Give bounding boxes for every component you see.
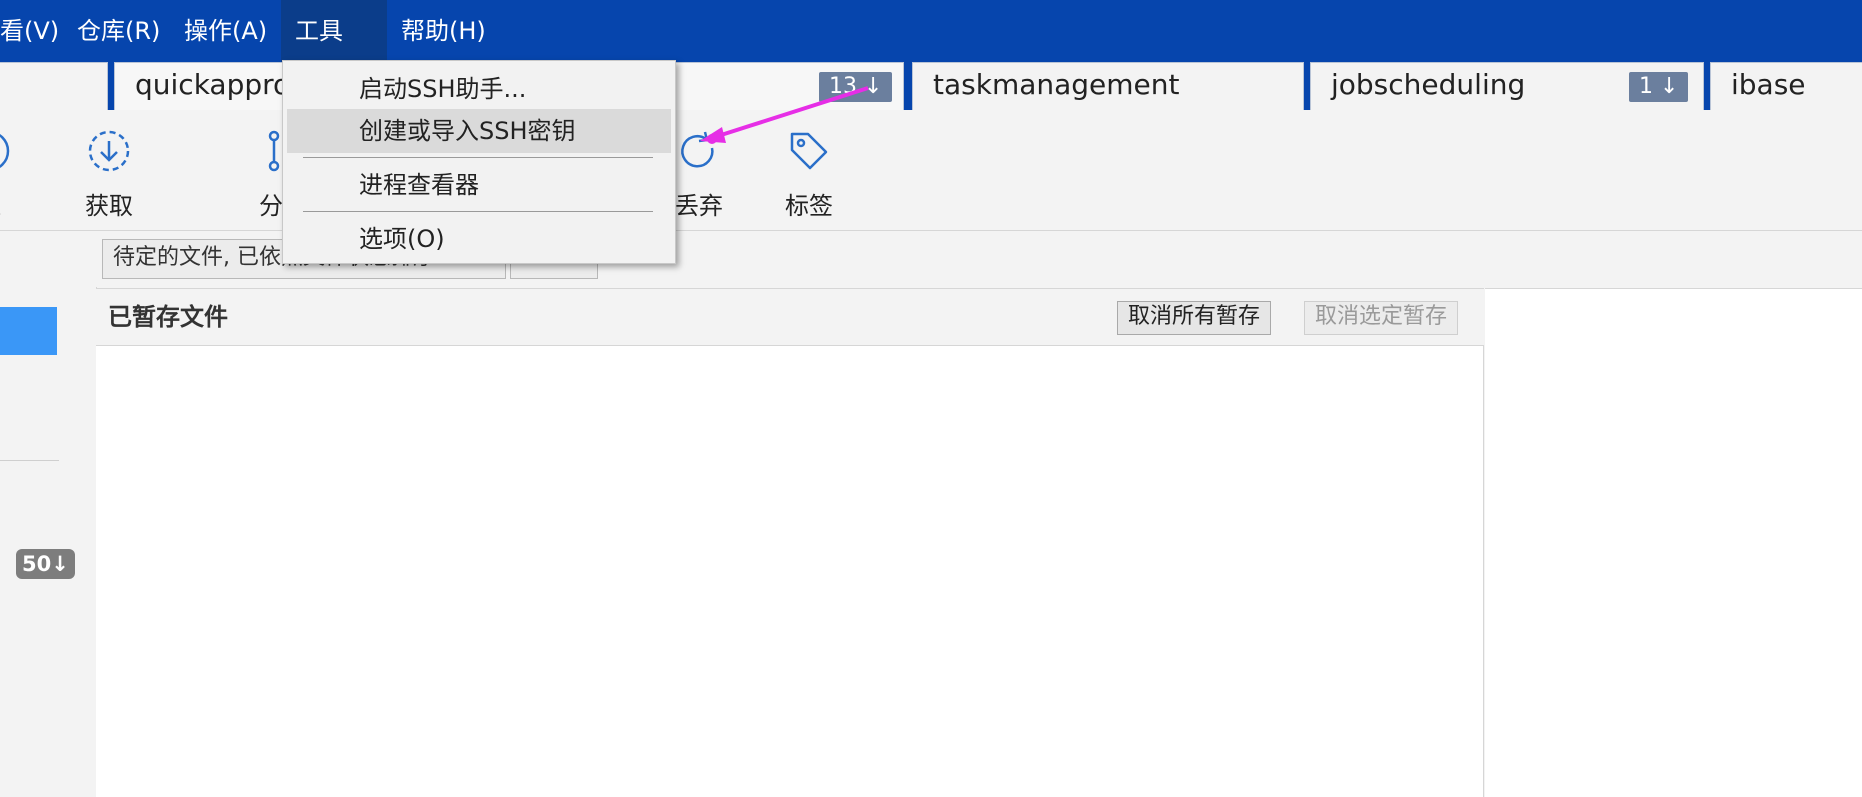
fetch-label: 获取	[85, 192, 133, 220]
tab-label: taskmanagement	[933, 68, 1180, 101]
staged-files-list[interactable]	[96, 346, 1484, 797]
tag-icon	[790, 132, 828, 170]
fetch-button[interactable]: 获取	[64, 128, 154, 221]
menu-tools[interactable]: 工具(T)	[281, 0, 387, 107]
menu-item-launch-ssh-agent[interactable]: 启动SSH助手...	[287, 67, 671, 111]
sidebar-divider	[0, 460, 59, 461]
push-label: 送	[0, 186, 34, 221]
push-icon	[0, 134, 10, 168]
menu-item-options[interactable]: 选项(O)	[287, 217, 671, 261]
behind-count-badge: 50↓	[16, 549, 75, 579]
left-sidebar: 50↓	[0, 231, 97, 797]
menu-item-create-import-ssh-key[interactable]: 创建或导入SSH密钥	[287, 109, 671, 153]
tab-label: ibase	[1731, 68, 1806, 101]
menu-separator	[303, 157, 653, 158]
tab-label: quickappro	[135, 68, 291, 101]
fetch-icon	[88, 130, 130, 172]
menu-separator	[303, 211, 653, 212]
repo-tab-jobscheduling[interactable]: jobscheduling 1 ↓	[1310, 62, 1704, 110]
tab-label: jobscheduling	[1331, 68, 1526, 101]
repo-tab-previous[interactable]	[0, 62, 108, 110]
pull-count-badge: 1 ↓	[1629, 72, 1689, 102]
repo-tab-ibase[interactable]: ibase	[1710, 62, 1862, 110]
menu-help[interactable]: 帮助(H)	[387, 0, 500, 62]
main-toolbar: 送 获取 分支 丢弃 标签	[0, 110, 1862, 231]
staged-files-header: 已暂存文件 取消所有暂存 取消选定暂存	[96, 288, 1484, 346]
pull-count-badge: 13 ↓	[819, 72, 893, 102]
push-button[interactable]: 送	[0, 128, 34, 221]
repo-tab-strip: quickappro 13 ↓ taskmanagement jobschedu…	[0, 62, 1862, 112]
menu-repository[interactable]: 仓库(R)	[63, 0, 174, 62]
unstage-selected-button[interactable]: 取消选定暂存	[1304, 301, 1459, 335]
tag-button[interactable]: 标签	[764, 128, 854, 221]
tag-label: 标签	[785, 192, 833, 220]
discard-icon	[681, 131, 714, 168]
unstage-all-button[interactable]: 取消所有暂存	[1117, 301, 1272, 335]
menu-actions[interactable]: 操作(A)	[170, 0, 281, 62]
sidebar-selected-item[interactable]	[0, 307, 57, 355]
diff-pane[interactable]	[1485, 288, 1862, 797]
repo-tab-taskmanagement[interactable]: taskmanagement	[912, 62, 1304, 110]
menu-bar: 看(V) 仓库(R) 操作(A) 工具(T) 帮助(H)	[0, 0, 1862, 107]
tools-menu-dropdown: 启动SSH助手... 创建或导入SSH密钥 进程查看器 选项(O)	[282, 60, 676, 264]
menu-item-process-viewer[interactable]: 进程查看器	[287, 163, 671, 207]
staged-files-title: 已暂存文件	[108, 303, 228, 331]
